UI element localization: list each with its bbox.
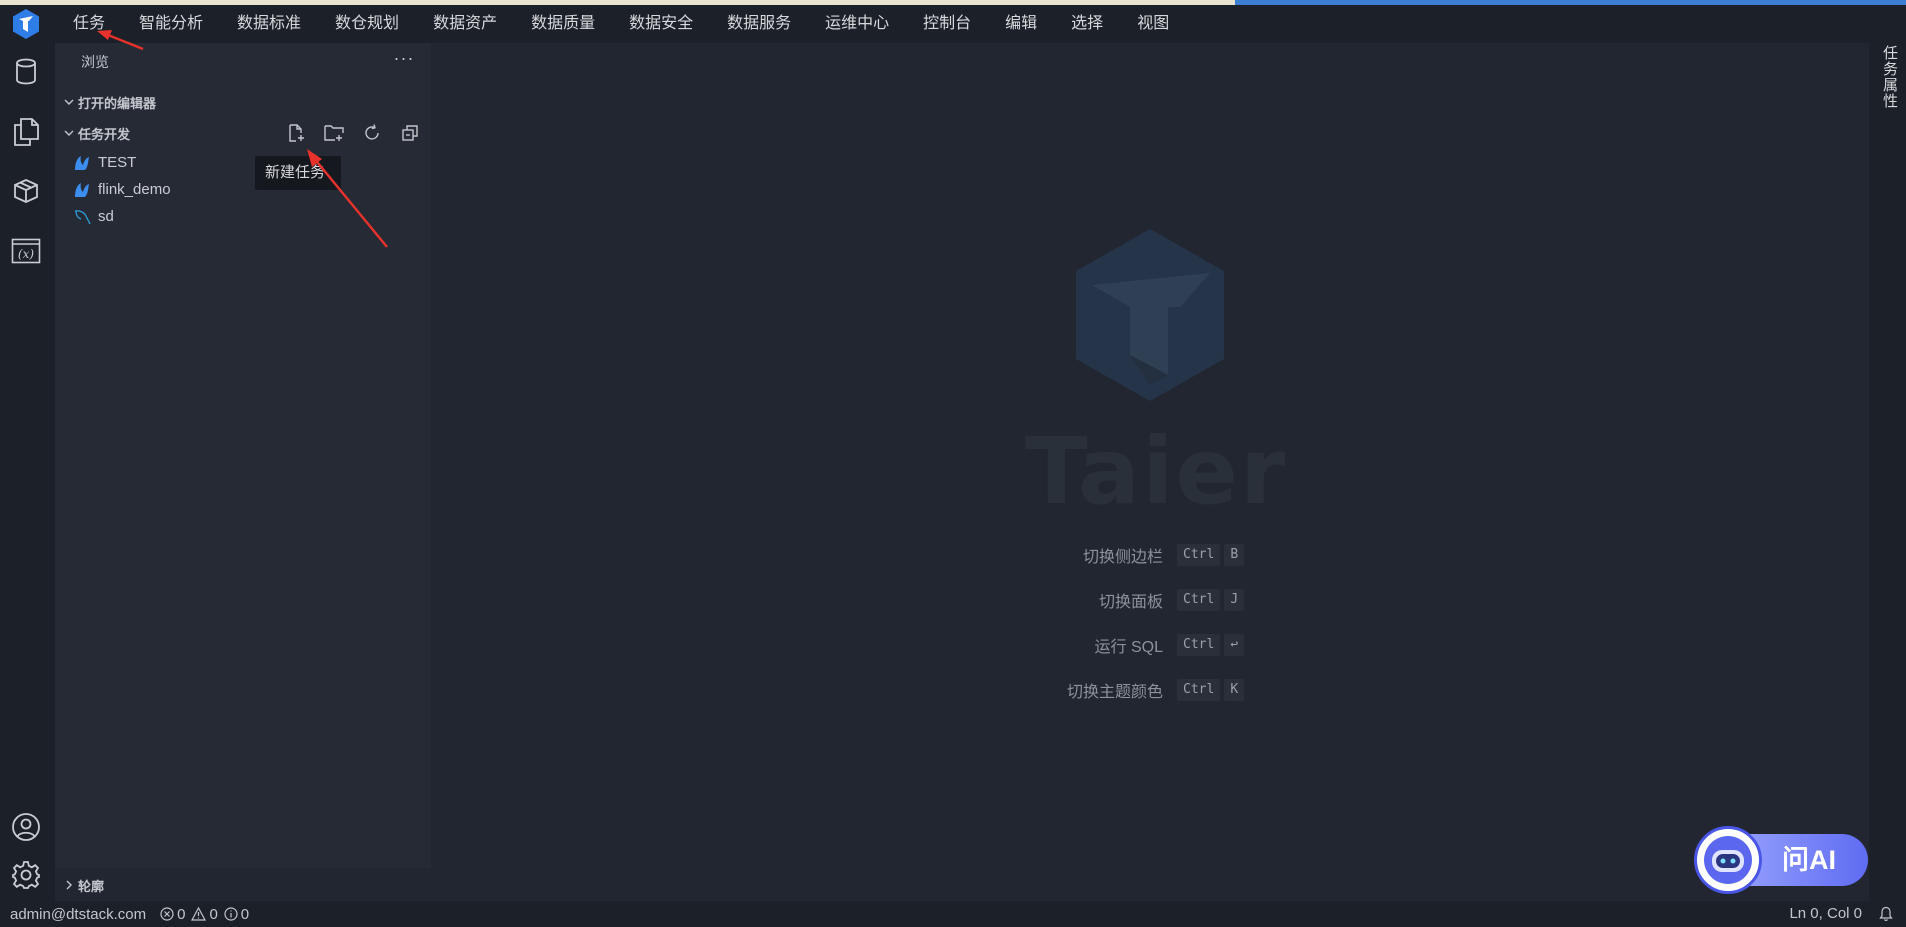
menu-console[interactable]: 控制台 [906, 5, 988, 43]
explorer-sidebar: 浏览 ··· 打开的编辑器 任务开发 TEST flink_demo sd [55, 43, 431, 868]
chevron-down-icon [64, 99, 74, 105]
status-bar: admin@dtstack.com 0 0 0 Ln 0, Col 0 [0, 901, 1906, 927]
shortcut-key: Ctrl [1177, 543, 1221, 566]
info-icon [224, 907, 238, 921]
sql-icon [72, 207, 92, 227]
chevron-right-icon [66, 880, 72, 890]
menu-data-service[interactable]: 数据服务 [710, 5, 808, 43]
task-tree: TEST flink_demo sd [55, 149, 431, 230]
menu-ops-center[interactable]: 运维中心 [808, 5, 906, 43]
settings-icon[interactable] [9, 858, 43, 892]
menu-select[interactable]: 选择 [1054, 5, 1120, 43]
refresh-icon[interactable] [359, 120, 385, 146]
shortcut-key: Ctrl [1177, 633, 1221, 656]
tree-item-label: TEST [98, 154, 137, 171]
menu-bar: 任务 智能分析 数据标准 数仓规划 数据资产 数据质量 数据安全 数据服务 运维… [0, 5, 1906, 43]
sidebar-title: 浏览 [81, 54, 109, 70]
tree-item[interactable]: TEST [55, 149, 431, 176]
shortcut-row: 切换面板 Ctrl J [1040, 577, 1340, 622]
menu-task[interactable]: 任务 [58, 5, 122, 43]
tree-item-label: flink_demo [98, 181, 171, 198]
warning-count: 0 [209, 905, 218, 923]
shortcut-label: 运行 SQL [1094, 638, 1163, 656]
flink-icon [72, 153, 92, 173]
flink-icon [72, 180, 92, 200]
cursor-position[interactable]: Ln 0, Col 0 [1789, 901, 1862, 927]
shortcut-key: J [1224, 588, 1245, 611]
menu-data-standard[interactable]: 数据标准 [220, 5, 318, 43]
shortcut-label: 切换侧边栏 [1082, 548, 1163, 566]
auxiliary-bar: 任务属性 [1869, 43, 1906, 901]
status-user[interactable]: admin@dtstack.com [10, 906, 146, 923]
shortcut-row: 运行 SQL Ctrl ↩ [1040, 622, 1340, 667]
section-label: 任务开发 [78, 126, 131, 142]
info-count: 0 [240, 905, 250, 923]
menu-data-quality[interactable]: 数据质量 [514, 5, 612, 43]
shortcut-label: 切换主题颜色 [1066, 683, 1163, 701]
shortcut-key: Ctrl [1177, 588, 1221, 611]
tab-task-properties[interactable]: 任务属性 [1877, 45, 1899, 109]
taier-logo-icon[interactable] [10, 8, 42, 40]
ask-ai-label: 问AI [1782, 845, 1836, 875]
menu-data-security[interactable]: 数据安全 [612, 5, 710, 43]
chevron-down-icon [64, 130, 74, 136]
new-task-tooltip: 新建任务 [255, 156, 341, 190]
menu-view[interactable]: 视图 [1120, 5, 1186, 43]
tree-item-label: sd [98, 208, 114, 225]
database-icon[interactable] [9, 55, 43, 89]
section-outline[interactable]: 轮廓 [55, 870, 431, 900]
menu-smart-analysis[interactable]: 智能分析 [122, 5, 220, 43]
bell-icon[interactable] [1878, 906, 1894, 922]
svg-text:(x): (x) [18, 247, 34, 261]
error-icon [160, 907, 174, 921]
files-icon[interactable] [9, 115, 43, 149]
section-label: 轮廓 [78, 878, 105, 894]
shortcut-label: 切换面板 [1098, 593, 1163, 611]
activity-bar: (x) [0, 43, 55, 901]
more-actions-button[interactable]: ··· [393, 49, 415, 71]
menu-data-assets[interactable]: 数据资产 [416, 5, 514, 43]
error-count: 0 [177, 905, 186, 923]
section-toolbar [271, 120, 423, 146]
shortcut-list: 切换侧边栏 Ctrl B 切换面板 Ctrl J 运行 SQL Ctrl ↩ 切… [1040, 532, 1340, 712]
collapse-all-icon[interactable] [397, 120, 423, 146]
tree-item[interactable]: sd [55, 203, 431, 230]
shortcut-key: Ctrl [1177, 678, 1221, 701]
shortcut-row: 切换侧边栏 Ctrl B [1040, 532, 1340, 577]
ask-ai-button[interactable]: 问AI [1694, 826, 1868, 894]
section-task-development[interactable]: 任务开发 [55, 119, 431, 147]
main-menu: 任务 智能分析 数据标准 数仓规划 数据资产 数据质量 数据安全 数据服务 运维… [58, 5, 1186, 43]
new-folder-icon[interactable] [321, 120, 347, 146]
variable-icon[interactable]: (x) [9, 234, 43, 268]
watermark-text: Taier [1025, 418, 1288, 525]
tree-item[interactable]: flink_demo [55, 176, 431, 203]
shortcut-row: 切换主题颜色 Ctrl K [1040, 667, 1340, 712]
menu-edit[interactable]: 编辑 [988, 5, 1054, 43]
menu-warehouse-planning[interactable]: 数仓规划 [318, 5, 416, 43]
section-label: 打开的编辑器 [78, 95, 157, 111]
shortcut-key: ↩ [1224, 633, 1245, 656]
account-icon[interactable] [9, 810, 43, 844]
problems-indicator[interactable]: 0 0 0 [160, 906, 255, 923]
sidebar-header: 浏览 ··· [55, 43, 431, 81]
section-open-editors[interactable]: 打开的编辑器 [55, 88, 431, 116]
shortcut-key: K [1224, 678, 1245, 701]
package-icon[interactable] [9, 174, 43, 208]
robot-icon [1694, 826, 1762, 894]
new-file-icon[interactable] [283, 120, 309, 146]
shortcut-key: B [1224, 543, 1245, 566]
taier-watermark-logo-icon [1076, 229, 1224, 401]
warning-icon [191, 907, 207, 921]
